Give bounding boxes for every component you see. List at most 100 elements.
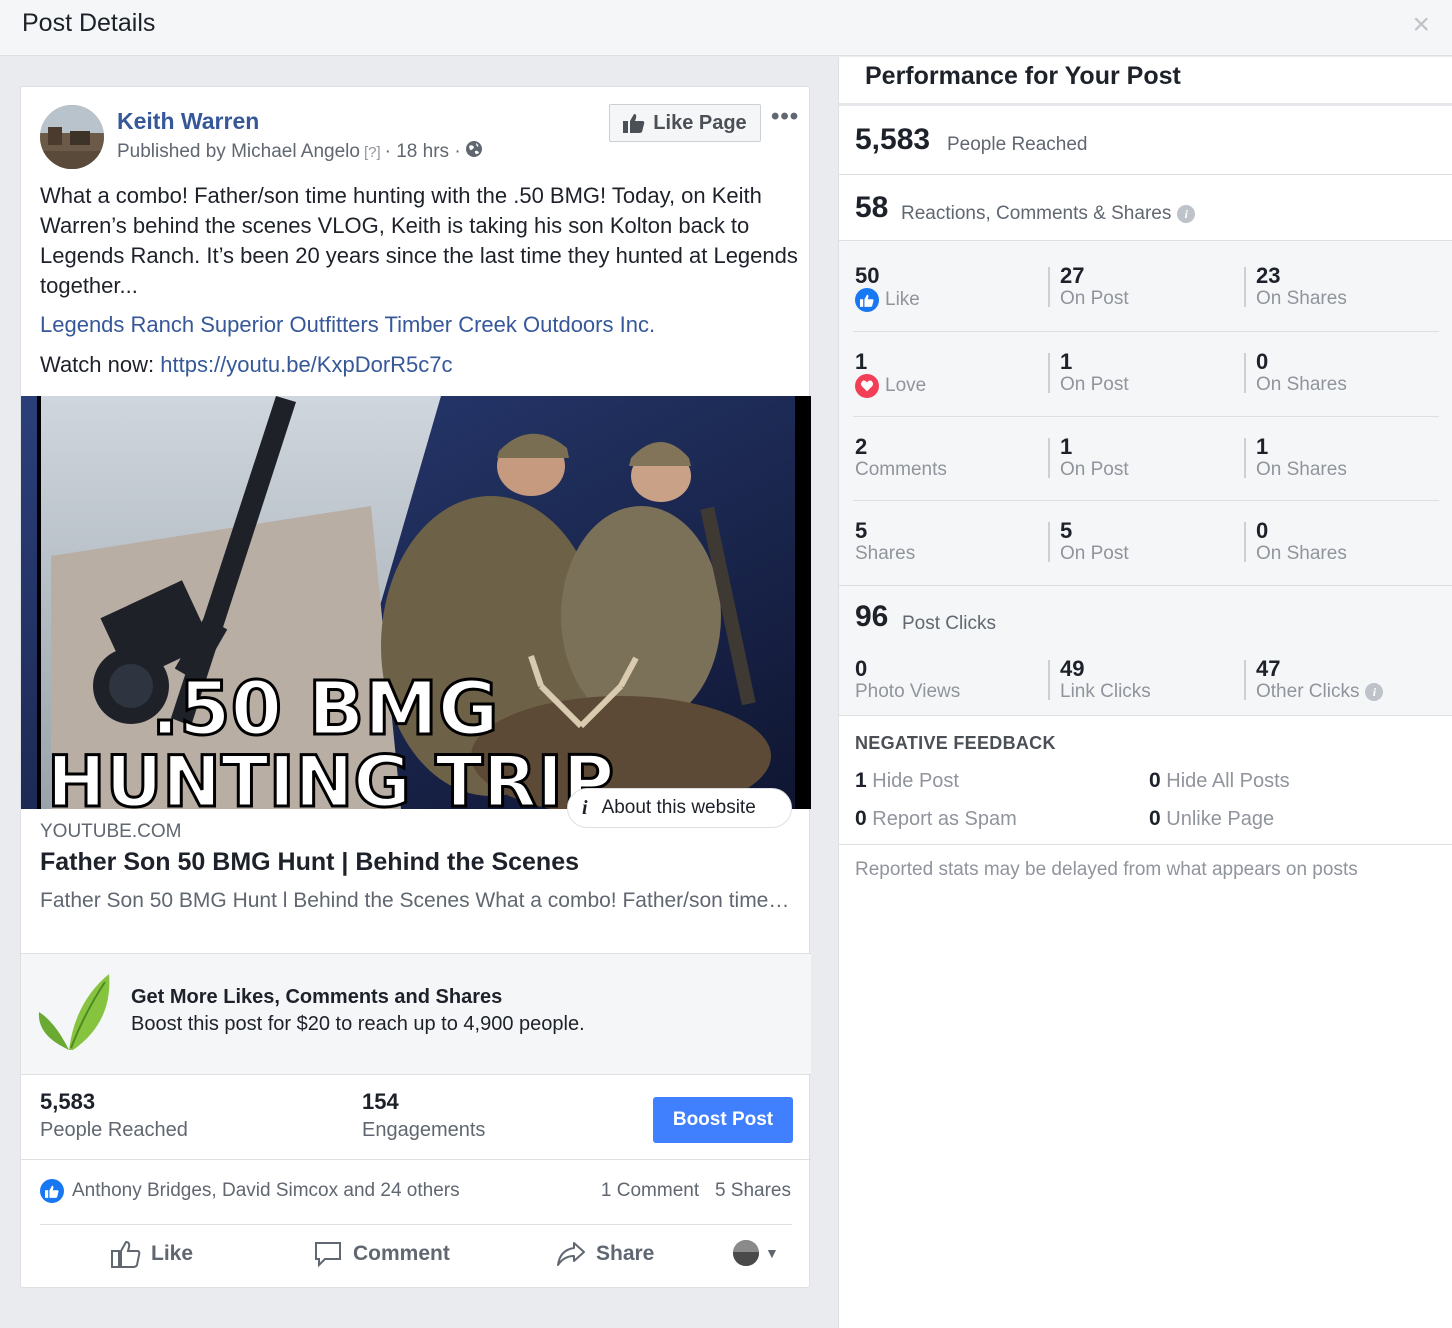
divider	[853, 331, 1439, 332]
like-reaction-icon	[855, 288, 879, 312]
people-reached-label: People Reached	[947, 134, 1088, 155]
like-action-button[interactable]: Like	[111, 1240, 193, 1268]
comments-label: Comments	[855, 459, 947, 480]
like-count: 50	[855, 263, 880, 288]
comments-count: 2	[855, 434, 868, 459]
comment-count-link[interactable]: 1 Comment	[601, 1180, 699, 1201]
dialog-title: Post Details	[22, 9, 156, 37]
watch-line: Watch now: https://youtu.be/KxpDorR5c7c	[40, 352, 453, 378]
share-action-label: Share	[596, 1242, 655, 1265]
divider	[853, 416, 1439, 417]
people-reached-count: 5,583	[855, 123, 931, 156]
unlike-page-count: 0	[1149, 807, 1161, 830]
watch-link[interactable]: https://youtu.be/KxpDorR5c7c	[160, 352, 452, 377]
unlike-page-stat: 0 Unlike Page	[1149, 807, 1274, 831]
like-on-shares-label: On Shares	[1256, 288, 1347, 309]
thumbnail-title-line1: .50 BMG	[151, 666, 499, 752]
globe-icon	[465, 140, 483, 164]
like-action-label: Like	[151, 1242, 194, 1265]
love-label-text: Love	[885, 375, 927, 396]
hide-post-stat: 1 Hide Post	[855, 769, 959, 793]
like-reaction-icon	[40, 1179, 64, 1203]
love-on-post-label: On Post	[1060, 374, 1129, 395]
shares-on-shares-count: 0	[1256, 518, 1269, 543]
divider	[1244, 353, 1246, 393]
dialog-header: Post Details ×	[0, 0, 1452, 56]
divider	[1244, 660, 1246, 700]
reached-count: 5,583	[40, 1089, 96, 1114]
like-page-button[interactable]: Like Page	[609, 104, 761, 142]
photo-views-count: 0	[855, 656, 868, 681]
post-time[interactable]: · 18 hrs ·	[385, 141, 461, 163]
more-options-icon[interactable]: •••	[771, 103, 799, 131]
reactors-summary[interactable]: Anthony Bridges, David Simcox and 24 oth…	[40, 1179, 460, 1203]
page-name-link[interactable]: Keith Warren	[117, 108, 259, 135]
leaf-icon	[38, 974, 110, 1050]
divider	[1048, 353, 1050, 393]
divider	[1244, 438, 1246, 478]
hide-all-posts-label: Hide All Posts	[1166, 770, 1290, 792]
love-on-shares-count: 0	[1256, 349, 1269, 374]
engagements-label: Engagements	[362, 1119, 486, 1141]
report-spam-label: Report as Spam	[872, 808, 1017, 830]
info-icon[interactable]: i	[1365, 683, 1384, 701]
shares-count: 5	[855, 518, 868, 543]
photo-views-label: Photo Views	[855, 681, 961, 702]
post-as-selector[interactable]: ▼	[733, 1240, 779, 1266]
divider	[839, 715, 1452, 716]
performance-title: Performance for Your Post	[865, 62, 1181, 90]
link-description: Father Son 50 BMG Hunt l Behind the Scen…	[40, 889, 795, 912]
love-reaction-icon	[855, 374, 879, 398]
reactions-breakdown: 50 Like 27 On Post 23 On Shares 1 Love 1…	[839, 241, 1452, 585]
love-count: 1	[855, 349, 868, 374]
hide-post-count: 1	[855, 769, 867, 792]
post-clicks-count: 96	[855, 600, 889, 633]
boost-post-button[interactable]: Boost Post	[653, 1097, 793, 1143]
love-on-post-count: 1	[1060, 349, 1073, 374]
divider	[1048, 660, 1050, 700]
like-on-post-count: 27	[1060, 263, 1085, 288]
about-this-website-label: About this website	[601, 797, 756, 818]
comment-action-label: Comment	[353, 1242, 450, 1265]
divider	[839, 103, 1452, 106]
divider	[1048, 438, 1050, 478]
shares-on-post-count: 5	[1060, 518, 1073, 543]
stats-delay-note: Reported stats may be delayed from what …	[855, 859, 1358, 880]
other-clicks-label: Other Clicks i	[1256, 681, 1384, 703]
comment-action-button[interactable]: Comment	[313, 1240, 450, 1268]
reactors-text: Anthony Bridges, David Simcox and 24 oth…	[72, 1180, 460, 1201]
love-on-shares-label: On Shares	[1256, 374, 1347, 395]
about-this-website-button[interactable]: i About this website	[567, 788, 792, 828]
report-spam-count: 0	[855, 807, 867, 830]
unlike-page-label: Unlike Page	[1166, 808, 1275, 830]
performance-pane: Performance for Your Post 5,583 People R…	[838, 57, 1452, 1328]
link-domain: YOUTUBE.COM	[40, 821, 182, 842]
link-clicks-label: Link Clicks	[1060, 681, 1151, 702]
share-count-link[interactable]: 5 Shares	[715, 1180, 791, 1201]
link-title[interactable]: Father Son 50 BMG Hunt | Behind the Scen…	[40, 848, 579, 877]
reactions-count: 58	[855, 191, 889, 224]
divider	[1244, 267, 1246, 307]
comments-on-shares-count: 1	[1256, 434, 1269, 459]
boost-banner-subtitle: Boost this post for $20 to reach up to 4…	[131, 1013, 585, 1035]
other-clicks-label-text: Other Clicks	[1256, 681, 1360, 702]
divider	[21, 1159, 811, 1160]
hide-post-label: Hide Post	[872, 770, 959, 792]
page-avatar[interactable]	[40, 105, 104, 169]
divider	[1244, 522, 1246, 562]
link-clicks-count: 49	[1060, 656, 1085, 681]
link-thumbnail[interactable]: .50 BMG HUNTING TRIP	[21, 396, 811, 809]
divider	[839, 174, 1452, 175]
share-action-button[interactable]: Share	[556, 1240, 654, 1268]
negative-feedback-heading: NEGATIVE FEEDBACK	[855, 733, 1056, 753]
close-icon[interactable]: ×	[1412, 10, 1430, 40]
reactions-label: Reactions, Comments & Shares i	[901, 203, 1196, 225]
divider	[853, 500, 1439, 501]
help-marker[interactable]: [?]	[364, 144, 381, 161]
info-icon[interactable]: i	[1177, 205, 1196, 223]
boost-banner: Get More Likes, Comments and Shares Boos…	[21, 953, 811, 1075]
thumbnail-title-line2: HUNTING TRIP	[47, 741, 614, 809]
post-byline: Published by Michael Angelo [?] · 18 hrs…	[117, 140, 483, 164]
like-on-shares-count: 23	[1256, 263, 1281, 288]
tagged-pages[interactable]: Legends Ranch Superior Outfitters Timber…	[40, 312, 655, 338]
